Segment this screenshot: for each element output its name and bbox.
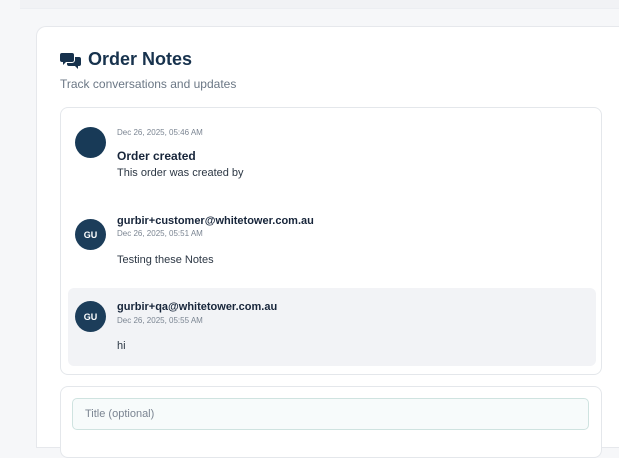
note-item: GU gurbir+customer@whitetower.com.au Dec… xyxy=(68,197,596,277)
section-title: Order Notes xyxy=(88,49,193,69)
notes-list: Dec 26, 2025, 05:46 AM Order created Thi… xyxy=(60,107,602,375)
card-header: Order Notes xyxy=(60,49,192,70)
note-body: hi xyxy=(117,340,126,352)
note-timestamp: Dec 26, 2025, 05:46 AM xyxy=(117,128,203,137)
note-timestamp: Dec 26, 2025, 05:51 AM xyxy=(117,229,203,238)
avatar-initials: GU xyxy=(83,311,98,322)
section-subtitle: Track conversations and updates xyxy=(60,77,237,91)
note-title: Order created xyxy=(117,149,196,163)
note-body: Testing these Notes xyxy=(117,254,214,266)
avatar: GU xyxy=(75,219,106,250)
note-item: GU gurbir+qa@whitetower.com.au Dec 26, 2… xyxy=(68,288,596,366)
note-timestamp: Dec 26, 2025, 05:55 AM xyxy=(117,316,203,325)
chat-bubbles-icon xyxy=(60,51,82,69)
note-body: This order was created by xyxy=(117,167,244,179)
note-composer xyxy=(60,386,602,458)
avatar-initials: GU xyxy=(83,229,98,240)
top-bar xyxy=(20,0,619,9)
note-item: Dec 26, 2025, 05:46 AM Order created Thi… xyxy=(68,115,596,187)
note-author: gurbir+qa@whitetower.com.au xyxy=(117,301,278,313)
note-author: gurbir+customer@whitetower.com.au xyxy=(117,215,314,227)
avatar: GU xyxy=(75,301,106,332)
avatar xyxy=(75,127,106,158)
note-title-input[interactable] xyxy=(72,398,589,430)
order-notes-card: Order Notes Track conversations and upda… xyxy=(36,26,619,458)
